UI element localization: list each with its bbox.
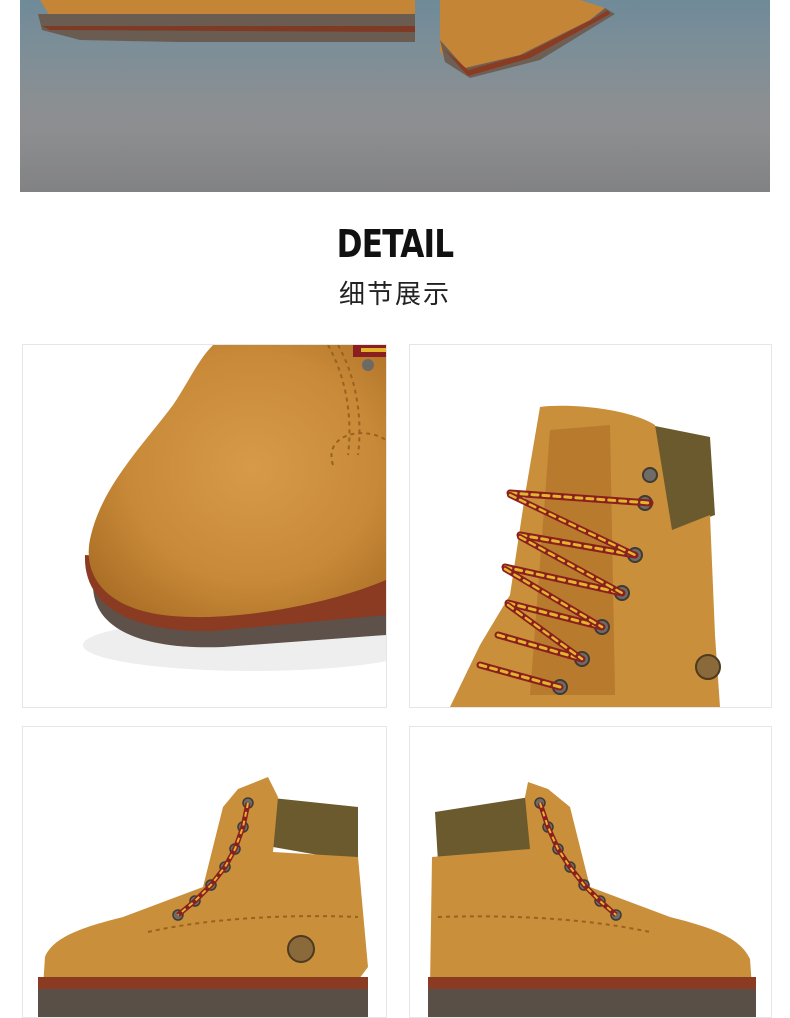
hero-floor-shade: [20, 132, 770, 192]
detail-image-side-right: [409, 726, 772, 1018]
toe-closeup-illustration: [83, 345, 386, 671]
detail-image-toe: [22, 344, 387, 708]
hero-product-photo: [20, 0, 770, 192]
section-title-en: DETAIL: [336, 222, 454, 266]
side-left-illustration: [38, 777, 368, 1017]
detail-image-laces: [409, 344, 772, 708]
laces-closeup-illustration: [450, 405, 721, 707]
side-right-illustration: [428, 782, 756, 1017]
detail-image-side-left: [22, 726, 387, 1018]
section-title-zh: 细节展示: [338, 280, 451, 310]
